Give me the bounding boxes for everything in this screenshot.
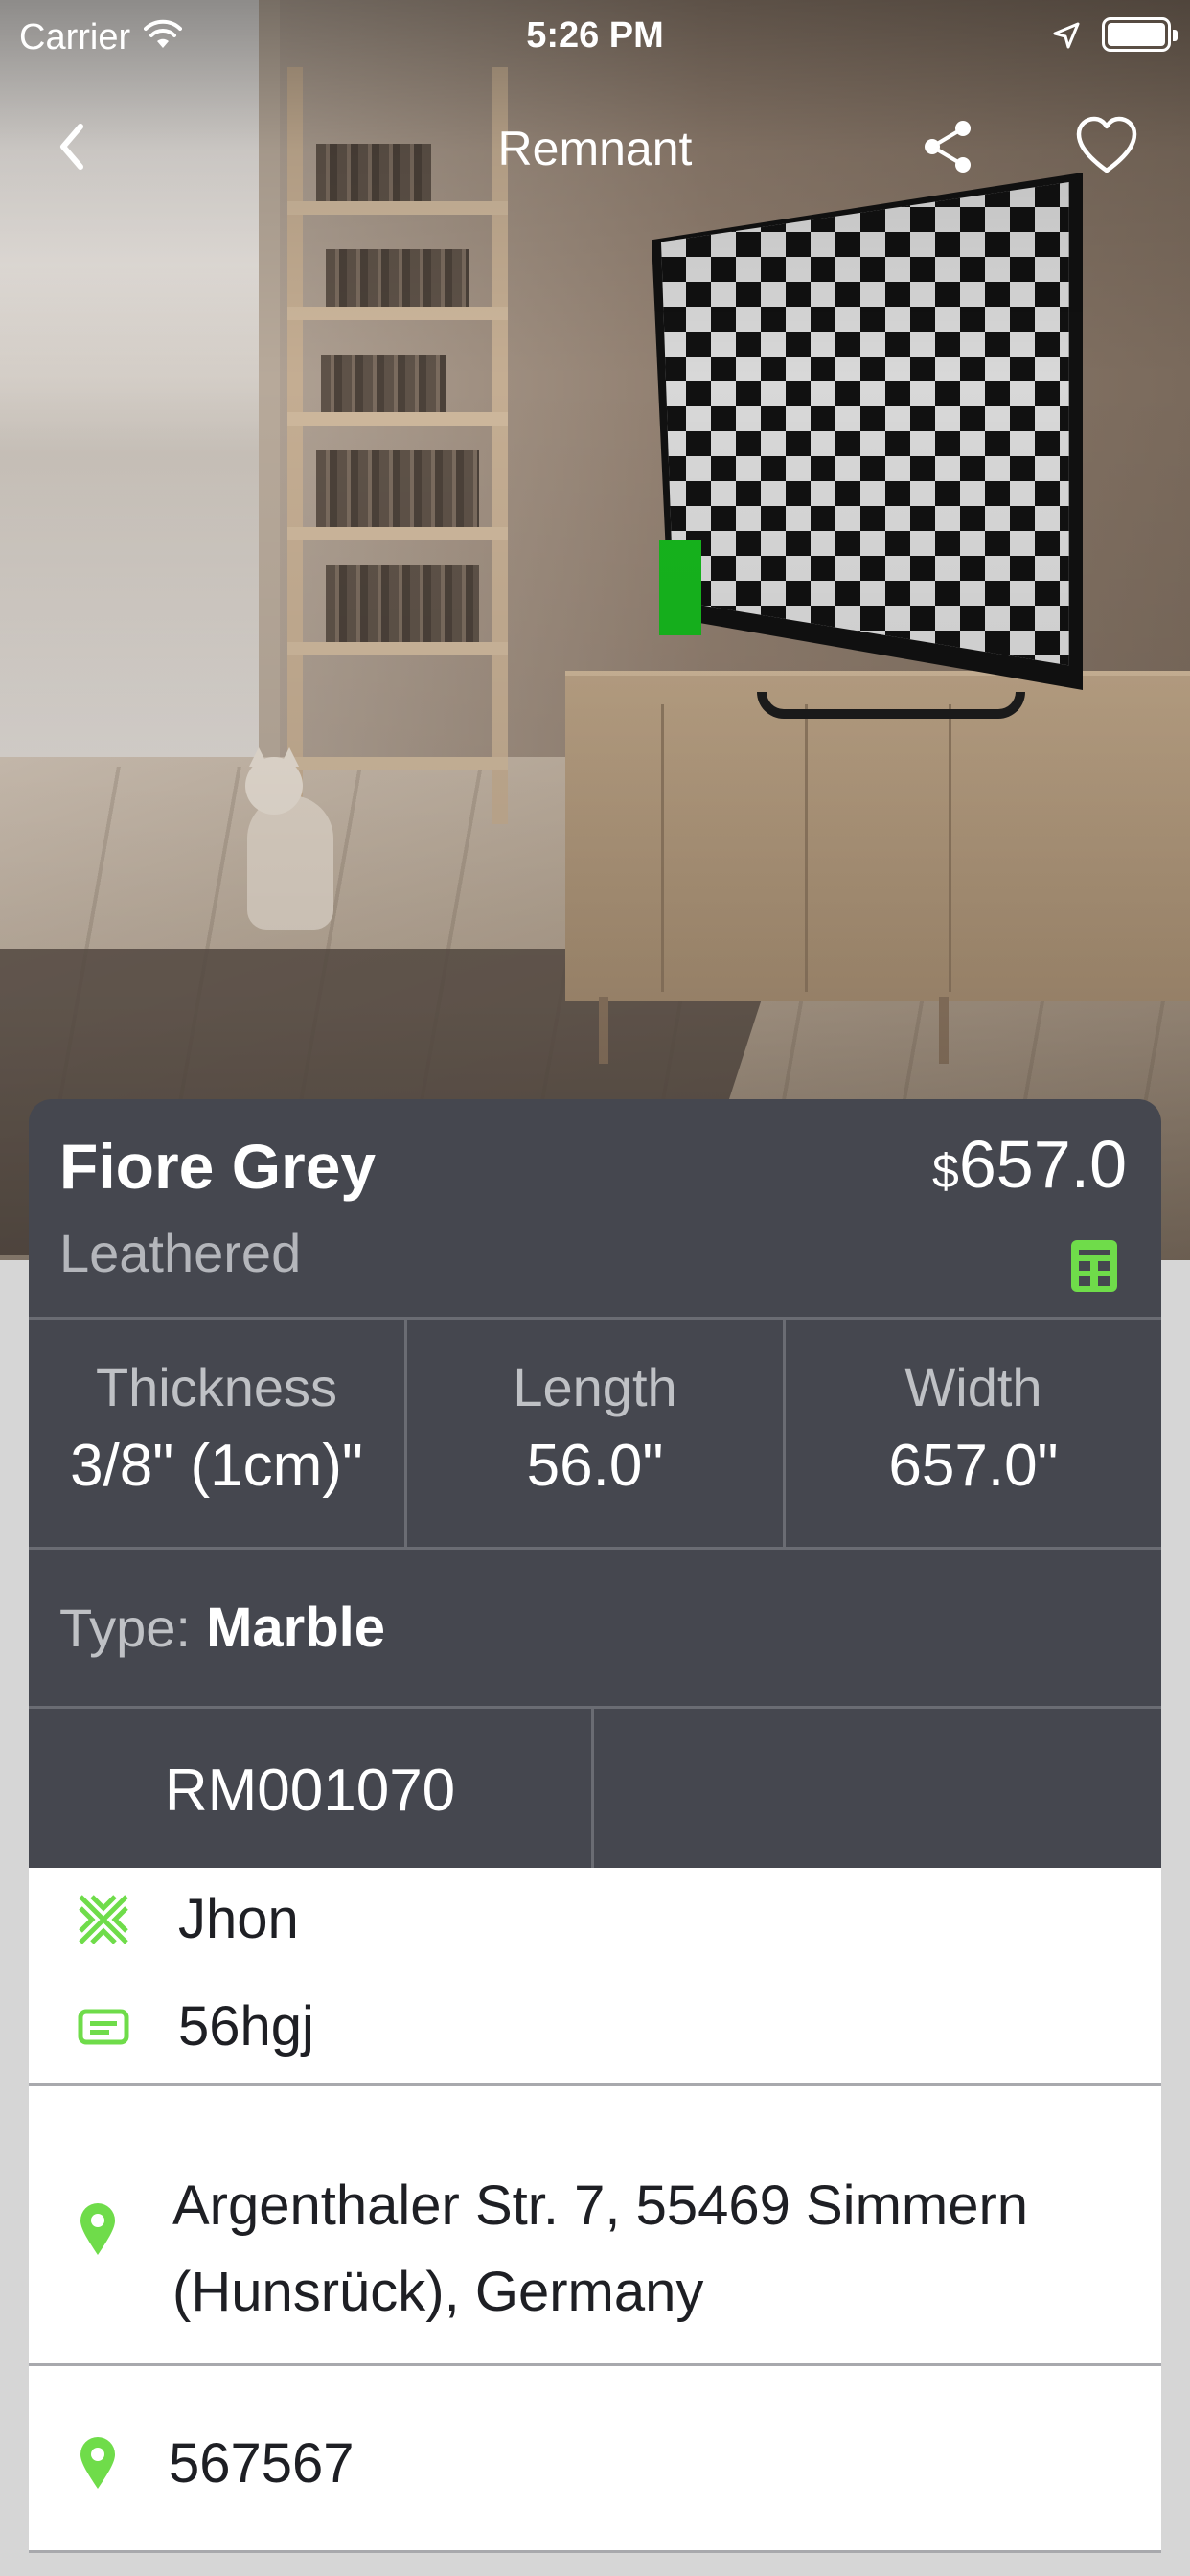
location-pin-icon: [80, 2203, 115, 2255]
heart-icon[interactable]: [1073, 113, 1140, 180]
dimension-width: Width 657.0": [786, 1320, 1161, 1547]
id-card-icon: [78, 2009, 129, 2044]
type-value: Marble: [206, 1597, 386, 1659]
type-row: Type: Marble: [29, 1550, 1161, 1709]
code-row: RM001070: [29, 1709, 1161, 1868]
dimension-value: 657.0": [888, 1433, 1059, 1499]
location-arrow-icon: [1053, 22, 1080, 49]
share-icon[interactable]: [915, 113, 982, 180]
status-bar: Carrier 5:26 PM: [0, 0, 1190, 77]
product-header: Fiore Grey $657.0 Leathered: [29, 1099, 1161, 1320]
battery-icon: [1102, 17, 1178, 52]
dimension-label: Thickness: [95, 1357, 338, 1417]
product-name: Fiore Grey: [59, 1131, 377, 1202]
dimension-value: 56.0": [526, 1433, 664, 1499]
dimension-length: Length 56.0": [407, 1320, 786, 1547]
address-row: Argenthaler Str. 7, 55469 Simmern (Hunsr…: [29, 2086, 1161, 2366]
owner-name: Jhon: [178, 1888, 299, 1950]
product-card: Fiore Grey $657.0 Leathered Thickness 3/…: [29, 1099, 1161, 2553]
dimension-value: 3/8" (1cm)": [70, 1433, 363, 1499]
address-line-2: (Hunsrück), Germany: [172, 2261, 704, 2323]
address-text: Argenthaler Str. 7, 55469 Simmern (Hunsr…: [172, 2163, 1092, 2335]
grid-icon[interactable]: [1069, 1238, 1119, 1294]
supplier-logo-icon: [79, 1894, 128, 1944]
owner-id-line: 56hgj: [77, 1994, 314, 2058]
product-price: $657.0: [932, 1126, 1127, 1203]
product-finish: Leathered: [59, 1223, 302, 1283]
price-value: 657.0: [958, 1127, 1127, 1202]
location-pin-icon: [80, 2437, 115, 2489]
zip-row: 567567: [29, 2366, 1161, 2553]
product-code: RM001070: [29, 1709, 594, 1868]
address-line-1: Argenthaler Str. 7, 55469 Simmern: [172, 2174, 1029, 2237]
type-label: Type:: [59, 1598, 191, 1658]
price-currency: $: [932, 1144, 959, 1198]
owner-id: 56hgj: [178, 1995, 314, 2058]
page-title: Remnant: [497, 122, 693, 175]
dimension-thickness: Thickness 3/8" (1cm)": [29, 1320, 407, 1547]
product-code-secondary: [594, 1709, 1161, 1868]
status-time: 5:26 PM: [526, 15, 664, 56]
nav-bar: Remnant: [0, 96, 1190, 201]
owner-row: Jhon 56hgj: [29, 1868, 1161, 2086]
zip-code: 567567: [169, 2432, 355, 2495]
dimension-label: Length: [513, 1357, 677, 1417]
owner-name-line: Jhon: [77, 1887, 299, 1951]
dimensions-row: Thickness 3/8" (1cm)" Length 56.0" Width…: [29, 1320, 1161, 1550]
dimension-label: Width: [904, 1357, 1042, 1417]
